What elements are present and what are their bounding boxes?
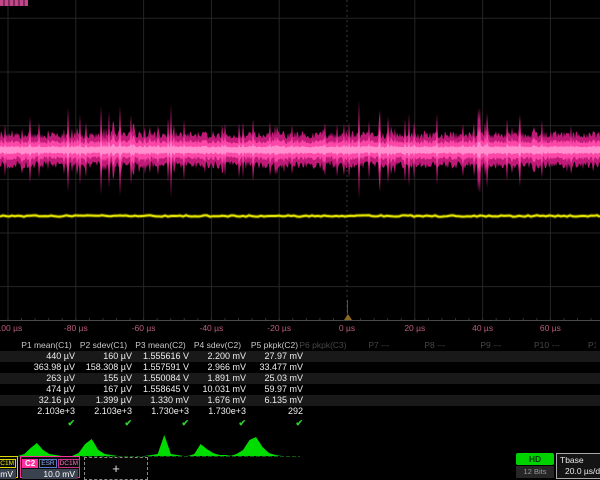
axis-label: 20 µs	[404, 323, 425, 333]
axis-label: -100 µs	[0, 323, 22, 333]
waveform-traces	[0, 0, 600, 322]
histicon-p1[interactable]	[18, 443, 62, 456]
param-value: 27.97 mV	[236, 351, 303, 362]
param-value: 25.03 mV	[236, 373, 303, 384]
param-value: 59.97 mV	[236, 384, 303, 395]
plus-icon: +	[112, 461, 120, 476]
c1-coupling-tag: DC1M	[0, 459, 16, 468]
param-header-disabled[interactable]: P8 ---	[407, 340, 463, 351]
param-header-p4[interactable]: P4 sdev(C2)	[189, 340, 246, 351]
param-header-p1[interactable]: P1 mean(C1)	[18, 340, 75, 351]
param-header-disabled[interactable]: P1	[588, 340, 596, 351]
waveform-grid	[0, 0, 600, 322]
histicon-p4[interactable]	[188, 444, 232, 456]
param-header-disabled[interactable]: P7 ---	[351, 340, 407, 351]
axis-label: -80 µs	[64, 323, 88, 333]
trigger-position-stem	[347, 300, 348, 314]
param-header-disabled[interactable]: P6 pkpk(C3)	[295, 340, 351, 351]
trigger-position-icon[interactable]	[344, 314, 352, 320]
param-header-p2[interactable]: P2 sdev(C1)	[75, 340, 132, 351]
c2-label: C2	[22, 459, 38, 468]
param-header-disabled[interactable]: P10 ---	[519, 340, 575, 351]
status-check-icon: ✔	[236, 418, 303, 429]
histicon-p3[interactable]	[138, 435, 184, 456]
oscilloscope-screen: -100 µs -80 µs -60 µs -40 µs -20 µs 0 µs 20 µs…	[0, 0, 600, 480]
add-trace-button[interactable]: +	[84, 457, 148, 480]
param-value: 33.477 mV	[236, 362, 303, 373]
c2-coupling-tag: DC1M	[58, 459, 80, 468]
timebase-descriptor[interactable]: Tbase 20.0 µs/div	[556, 453, 600, 479]
timebase-scale: 20.0 µs/div	[557, 466, 600, 477]
timebase-title: Tbase	[557, 454, 600, 466]
axis-label: -20 µs	[267, 323, 291, 333]
axis-label: 60 µs	[540, 323, 561, 333]
bit-resolution-label: 12 Bits	[516, 466, 554, 478]
histicon-p2[interactable]	[72, 439, 118, 456]
axis-label: -60 µs	[132, 323, 156, 333]
param-header-p3[interactable]: P3 mean(C2)	[132, 340, 189, 351]
hd-mode-badge[interactable]: HD	[516, 453, 554, 465]
param-value: 6.135 mV	[236, 395, 303, 406]
c1-volts-per-div: 10.0 mV	[0, 469, 16, 479]
param-header-disabled[interactable]: P9 ---	[463, 340, 519, 351]
cropped-menu-fragment	[0, 0, 28, 6]
measurement-table: P1 mean(C1)440 µV363.98 µV263 µV474 µV32…	[0, 340, 600, 432]
axis-label: 40 µs	[472, 323, 493, 333]
c2-volts-per-div: 10.0 mV	[22, 469, 78, 479]
channel-descriptor-c1[interactable]: DC1M 10.0 mV	[0, 456, 18, 478]
axis-label: -40 µs	[199, 323, 223, 333]
measurement-histicons[interactable]	[0, 432, 320, 458]
channel-descriptor-c2[interactable]: C2 ESR DC1M 10.0 mV	[20, 456, 80, 478]
param-value: 292	[236, 406, 303, 417]
histicon-p5[interactable]	[230, 437, 282, 456]
axis-label: 0 µs	[339, 323, 355, 333]
c2-esr-tag: ESR	[39, 459, 56, 468]
